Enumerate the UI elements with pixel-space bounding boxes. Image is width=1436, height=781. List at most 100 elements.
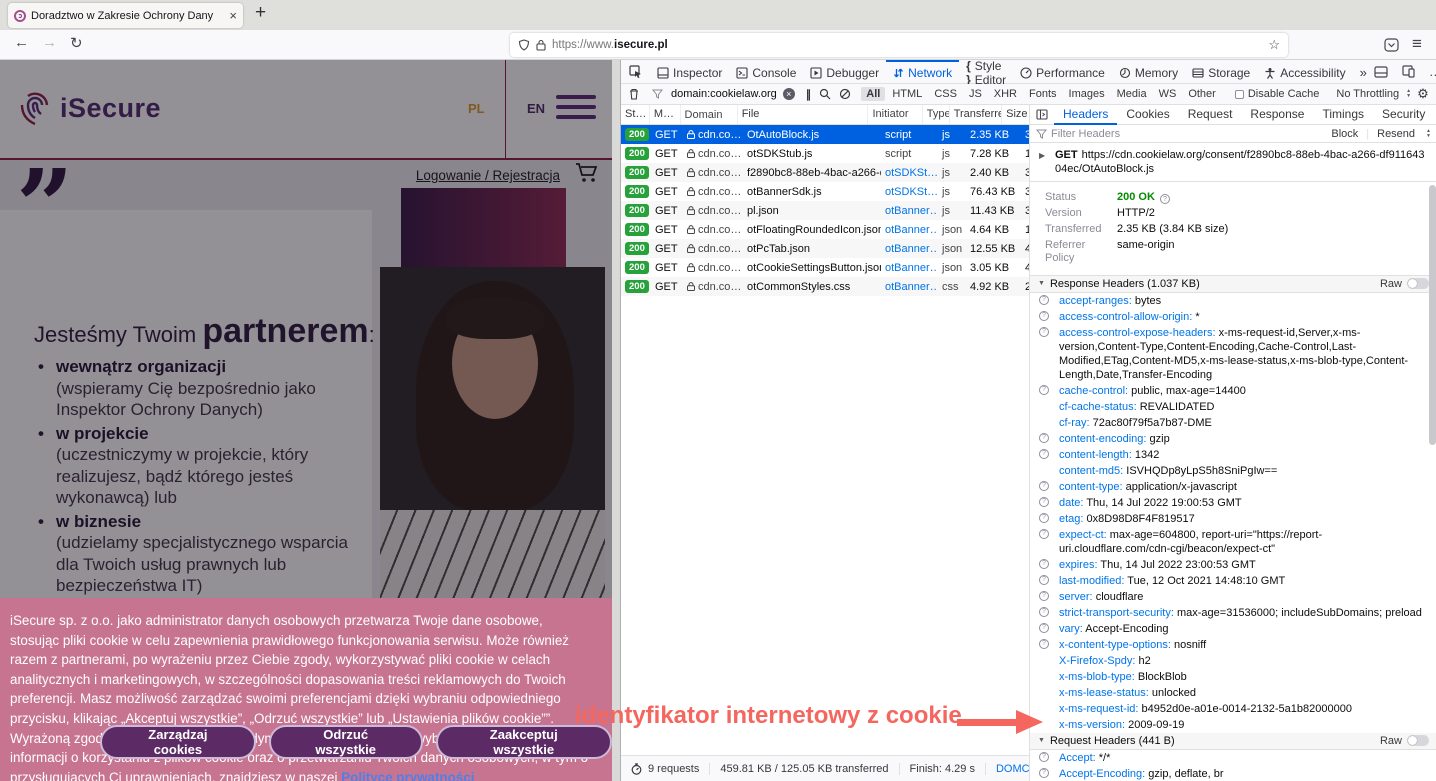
- back-icon[interactable]: ←: [14, 34, 29, 51]
- filter-pill[interactable]: XHR: [989, 87, 1022, 101]
- request-headers-section[interactable]: ▼ Request Headers (441 B) Raw: [1030, 733, 1436, 750]
- header-row[interactable]: ? cf-cache-status: REVALIDATED: [1030, 399, 1436, 415]
- resend-button[interactable]: Resend: [1377, 128, 1415, 140]
- help-icon[interactable]: ?: [1039, 639, 1049, 649]
- tab-inspector[interactable]: Inspector: [650, 60, 729, 83]
- tab-console[interactable]: Console: [729, 60, 803, 83]
- split-console-icon[interactable]: [1374, 66, 1388, 78]
- response-headers-section[interactable]: ▼ Response Headers (1.037 KB) Raw: [1030, 276, 1436, 293]
- header-row[interactable]: ? content-md5: ISVHQDp8yLpS5h8SniPgIw==: [1030, 463, 1436, 479]
- header-row[interactable]: ? server: cloudflare: [1030, 589, 1436, 605]
- filter-pill[interactable]: JS: [964, 87, 987, 101]
- header-row[interactable]: ? content-length: 1342: [1030, 447, 1436, 463]
- tab-style-editor[interactable]: { } Style Editor: [959, 60, 1013, 83]
- disable-cache-checkbox[interactable]: [1235, 90, 1244, 99]
- details-tab[interactable]: Request: [1179, 105, 1242, 125]
- help-icon[interactable]: ?: [1039, 497, 1049, 507]
- header-row[interactable]: ? X-Firefox-Spdy: h2: [1030, 653, 1436, 669]
- filter-pill[interactable]: All: [861, 87, 885, 101]
- browser-menu-icon[interactable]: ≡: [1412, 34, 1422, 54]
- browser-tab[interactable]: Doradztwo w Zakresie Ochrony Dany ×: [8, 3, 243, 28]
- table-row[interactable]: 200 GET cdn.co… pl.json otBanner… js 11.…: [621, 201, 1029, 220]
- request-url-block[interactable]: ▶ GEThttps://cdn.cookielaw.org/consent/f…: [1030, 143, 1436, 182]
- table-row[interactable]: 200 GET cdn.co… otBannerSdk.js otSDKSt… …: [621, 182, 1029, 201]
- more-tabs-chevron-icon[interactable]: »: [1353, 60, 1374, 83]
- header-row[interactable]: ? x-ms-version: 2009-09-19: [1030, 717, 1436, 733]
- reload-icon[interactable]: ↻: [70, 34, 83, 52]
- help-icon[interactable]: ?: [1039, 559, 1049, 569]
- help-icon[interactable]: ?: [1039, 295, 1049, 305]
- throttling-select[interactable]: No Throttling: [1336, 88, 1399, 100]
- help-icon[interactable]: ?: [1160, 194, 1170, 204]
- header-row[interactable]: ? access-control-allow-origin: *: [1030, 309, 1436, 325]
- table-row[interactable]: 200 GET cdn.co… OtAutoBlock.js script js…: [621, 125, 1029, 144]
- page-scrollbar[interactable]: [612, 60, 620, 781]
- expand-triangle-icon[interactable]: ▶: [1039, 149, 1045, 163]
- help-icon[interactable]: ?: [1039, 768, 1049, 778]
- shield-icon[interactable]: [518, 39, 530, 51]
- header-row[interactable]: ? Accept-Encoding: gzip, deflate, br: [1030, 766, 1436, 781]
- accept-all-button[interactable]: Zaakceptuj wszystkie: [436, 725, 613, 759]
- pause-traffic-icon[interactable]: ∥: [806, 88, 812, 101]
- panel-toggle-icon[interactable]: [1036, 109, 1048, 120]
- filter-pill[interactable]: Images: [1064, 87, 1110, 101]
- pick-element-icon[interactable]: [621, 60, 650, 83]
- tab-performance[interactable]: Performance: [1013, 60, 1112, 83]
- help-icon[interactable]: ?: [1039, 481, 1049, 491]
- header-row[interactable]: ? content-type: application/x-javascript: [1030, 479, 1436, 495]
- filter-input[interactable]: domain:cookielaw.org: [671, 88, 777, 100]
- details-tab[interactable]: Cookies: [1117, 105, 1178, 125]
- url-bar[interactable]: https://www.isecure.pl ☆: [510, 33, 1288, 57]
- manage-cookies-button[interactable]: Zarządzaj cookies: [100, 725, 256, 759]
- new-tab-button[interactable]: +: [255, 2, 266, 24]
- table-row[interactable]: 200 GET cdn.co… otPcTab.json otBanner… j…: [621, 239, 1029, 258]
- details-tab[interactable]: Security: [1373, 105, 1434, 125]
- header-row[interactable]: ? x-ms-lease-status: unlocked: [1030, 685, 1436, 701]
- privacy-policy-link[interactable]: Polityce prywatności: [341, 770, 474, 781]
- header-row[interactable]: ? expect-ct: max-age=604800, report-uri=…: [1030, 527, 1436, 557]
- search-icon[interactable]: [819, 88, 831, 100]
- tab-memory[interactable]: Memory: [1112, 60, 1185, 83]
- help-icon[interactable]: ?: [1039, 311, 1049, 321]
- help-icon[interactable]: ?: [1039, 385, 1049, 395]
- table-row[interactable]: 200 GET cdn.co… otCommonStyles.css otBan…: [621, 277, 1029, 296]
- header-row[interactable]: ? x-content-type-options: nosniff: [1030, 637, 1436, 653]
- clear-filter-icon[interactable]: ×: [783, 88, 795, 100]
- filter-pill[interactable]: Media: [1112, 87, 1152, 101]
- raw-toggle[interactable]: [1407, 278, 1429, 289]
- reject-all-button[interactable]: Odrzuć wszystkie: [269, 725, 423, 759]
- details-scrollbar[interactable]: [1429, 185, 1436, 445]
- network-settings-gear-icon[interactable]: ⚙: [1417, 86, 1429, 102]
- filter-headers-input[interactable]: Filter Headers: [1051, 128, 1120, 140]
- help-icon[interactable]: ?: [1039, 513, 1049, 523]
- pocket-icon[interactable]: [1384, 38, 1399, 52]
- filter-pill[interactable]: HTML: [887, 87, 927, 101]
- header-row[interactable]: ? etag: 0x8D98D8F4F819517: [1030, 511, 1436, 527]
- help-icon[interactable]: ?: [1039, 433, 1049, 443]
- header-row[interactable]: ? vary: Accept-Encoding: [1030, 621, 1436, 637]
- header-row[interactable]: ? x-ms-blob-type: BlockBlob: [1030, 669, 1436, 685]
- help-icon[interactable]: ?: [1039, 591, 1049, 601]
- header-row[interactable]: ? cache-control: public, max-age=14400: [1030, 383, 1436, 399]
- block-button[interactable]: Block: [1331, 128, 1358, 140]
- header-row[interactable]: ? Accept: */*: [1030, 750, 1436, 766]
- filter-pill[interactable]: Fonts: [1024, 87, 1062, 101]
- help-icon[interactable]: ?: [1039, 327, 1049, 337]
- devtools-overflow-icon[interactable]: …: [1429, 64, 1436, 79]
- tab-debugger[interactable]: Debugger: [803, 60, 886, 83]
- help-icon[interactable]: ?: [1039, 449, 1049, 459]
- tab-close-icon[interactable]: ×: [229, 8, 237, 23]
- header-row[interactable]: ? x-ms-request-id: b4952d0e-a01e-0014-21…: [1030, 701, 1436, 717]
- header-row[interactable]: ? accept-ranges: bytes: [1030, 293, 1436, 309]
- header-row[interactable]: ? date: Thu, 14 Jul 2022 19:00:53 GMT: [1030, 495, 1436, 511]
- lock-icon[interactable]: [536, 39, 546, 51]
- header-row[interactable]: ? expires: Thu, 14 Jul 2022 23:00:53 GMT: [1030, 557, 1436, 573]
- responsive-mode-icon[interactable]: [1402, 65, 1415, 78]
- header-row[interactable]: ? cf-ray: 72ac80f79f5a7b87-DME: [1030, 415, 1436, 431]
- header-row[interactable]: ? last-modified: Tue, 12 Oct 2021 14:48:…: [1030, 573, 1436, 589]
- table-row[interactable]: 200 GET cdn.co… otCookieSettingsButton.j…: [621, 258, 1029, 277]
- filter-pill[interactable]: WS: [1154, 87, 1182, 101]
- help-icon[interactable]: ?: [1039, 607, 1049, 617]
- details-tab[interactable]: Headers: [1054, 105, 1117, 125]
- tab-storage[interactable]: Storage: [1185, 60, 1257, 83]
